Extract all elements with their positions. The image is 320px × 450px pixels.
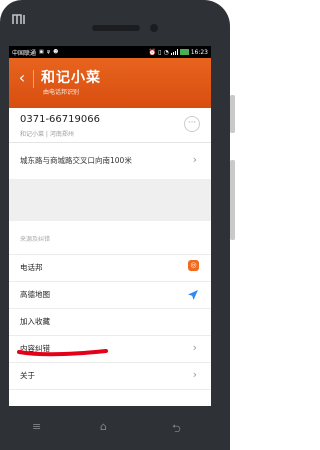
list-item-gaode[interactable]: 高德地图 xyxy=(9,281,211,308)
header-bar: ‹ 和记小菜 由电话邦识别 xyxy=(9,58,211,108)
carrier-label: 中国联通 xyxy=(12,49,37,57)
mi-logo-icon xyxy=(12,14,28,25)
list-item-label: 加入收藏 xyxy=(20,317,50,326)
phone-number[interactable]: 0371-66719066 xyxy=(20,114,100,125)
list-item-label: 高德地图 xyxy=(20,290,50,299)
menu-icon[interactable]: ≡ xyxy=(32,420,41,433)
front-camera xyxy=(150,24,158,32)
list-item-favorite[interactable]: 加入收藏 xyxy=(9,308,211,335)
sim-icon: ▣ xyxy=(39,49,44,55)
side-button xyxy=(230,160,235,240)
address-row[interactable]: 城东路与商城路交叉口向南100米 › xyxy=(9,143,211,179)
list-item-dianhuabang[interactable]: 电话邦 ◎ xyxy=(9,254,211,281)
list-item-about[interactable]: 关于 › xyxy=(9,362,211,389)
chevron-right-icon: › xyxy=(192,341,197,354)
back-nav-icon[interactable]: ⮌ xyxy=(172,420,181,439)
page-title: 和记小菜 xyxy=(41,70,101,86)
wifi-icon: ◔ xyxy=(163,48,169,56)
header-divider xyxy=(33,70,34,88)
usb-icon: ψ xyxy=(46,49,51,55)
home-icon[interactable]: ⌂ xyxy=(100,420,107,433)
list-bottom-divider xyxy=(9,389,211,390)
phone-number-row[interactable]: 0371-66719066 和记小菜 | 河南郑州 ··· xyxy=(9,108,211,143)
phone-frame: 中国联通 ▣ ψ ☻ ⏰ ▯ ◔ 16:23 ‹ 和记小菜 由电话邦识别 037… xyxy=(0,0,230,450)
source-list: 来源及纠错 电话邦 ◎ 高德地图 加入收藏 内容纠错 › 关于 › xyxy=(9,221,211,406)
signal-icon xyxy=(170,49,178,55)
address-text: 城东路与商城路交叉口向南100米 xyxy=(20,156,132,165)
back-button[interactable]: ‹ xyxy=(15,68,29,88)
chevron-right-icon: › xyxy=(192,368,197,381)
section-label: 来源及纠错 xyxy=(20,236,51,243)
alarm-icon: ⏰ xyxy=(148,48,157,56)
screen: 中国联通 ▣ ψ ☻ ⏰ ▯ ◔ 16:23 ‹ 和记小菜 由电话邦识别 037… xyxy=(9,46,211,406)
battery-icon xyxy=(179,49,189,55)
list-item-label: 关于 xyxy=(20,371,35,380)
contact-meta: 和记小菜 | 河南郑州 xyxy=(20,131,74,138)
status-bar: 中国联通 ▣ ψ ☻ ⏰ ▯ ◔ 16:23 xyxy=(9,46,211,58)
nav-bar: ≡ ⌂ ⮌ xyxy=(0,406,230,450)
list-item-label: 电话邦 xyxy=(20,263,43,272)
volume-button xyxy=(230,95,235,133)
dianhua-bang-icon: ◎ xyxy=(188,260,199,271)
red-underline-annotation xyxy=(17,349,108,357)
clock: 16:23 xyxy=(190,48,208,56)
android-icon: ☻ xyxy=(53,49,59,55)
speaker xyxy=(92,25,140,31)
gaode-map-icon xyxy=(187,286,199,300)
page-subtitle: 由电话邦识别 xyxy=(43,89,80,96)
more-options-button[interactable]: ··· xyxy=(184,116,200,132)
vibrate-icon: ▯ xyxy=(158,48,162,56)
chevron-right-icon: › xyxy=(192,153,197,166)
